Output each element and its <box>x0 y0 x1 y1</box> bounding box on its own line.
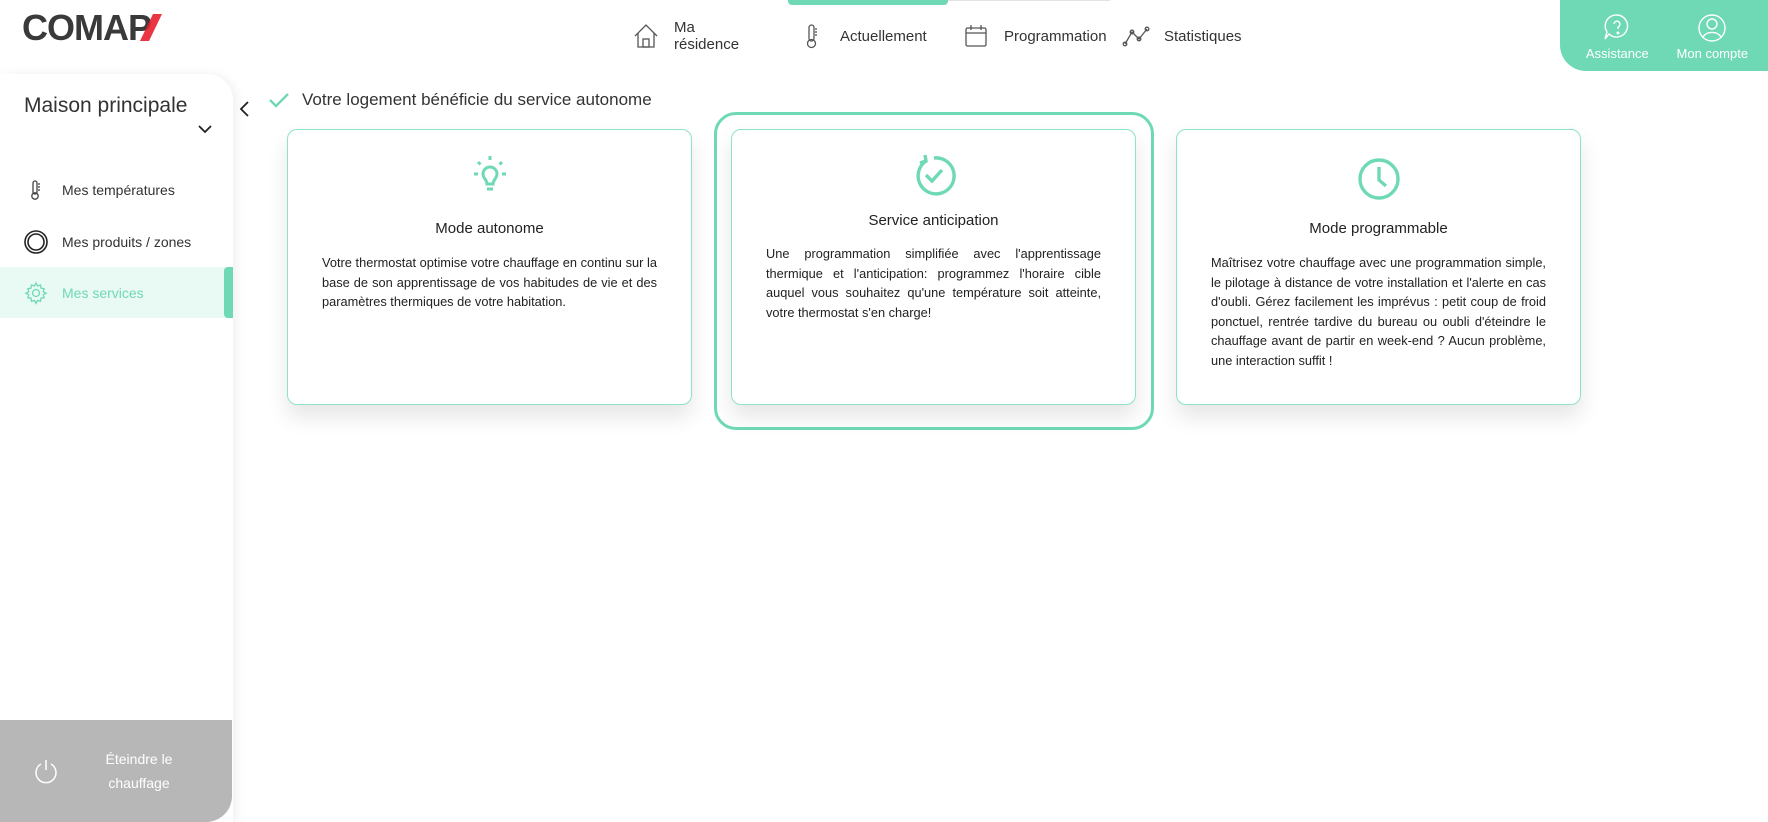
card-description: Maîtrisez votre chauffage avec une progr… <box>1211 255 1546 368</box>
nav-label: Programmation <box>1004 27 1107 45</box>
account-panel: Assistance Mon compte <box>1560 0 1768 71</box>
banner-text: Votre logement bénéficie du service auto… <box>302 90 652 109</box>
mon-compte-label: Mon compte <box>1676 45 1749 61</box>
assistance-label: Assistance <box>1585 45 1649 61</box>
chevron-down-icon[interactable] <box>196 122 214 136</box>
thermometer-icon <box>798 22 826 50</box>
card-description: Votre thermostat optimise votre chauffag… <box>322 255 657 309</box>
assistance-button[interactable]: Assistance <box>1586 11 1649 61</box>
card-mode-autonome[interactable]: Mode autonome Votre thermostat optimise … <box>287 129 692 405</box>
logo-text: COMAP <box>22 10 151 44</box>
chart-line-icon <box>1122 22 1150 50</box>
power-off-button[interactable]: Éteindre le chauffage <box>0 720 232 822</box>
power-icon <box>32 757 60 785</box>
lightbulb-icon <box>466 152 514 200</box>
help-bubble-icon <box>1600 11 1634 45</box>
nav-label: Actuellement <box>840 27 927 45</box>
sidebar-item-label: Mes produits / zones <box>62 233 192 250</box>
user-icon <box>1695 11 1729 45</box>
nav-ma-residence[interactable]: Ma résidence <box>632 0 739 72</box>
chevron-left-icon <box>239 101 249 117</box>
card-title: Mode programmable <box>1309 220 1448 237</box>
check-icon <box>268 91 290 109</box>
sidebar-item-label: Mes températures <box>62 181 175 198</box>
power-label: Éteindre le chauffage <box>105 751 173 791</box>
sidebar: Maison principale Mes températures Mes p… <box>0 74 249 822</box>
nav-programmation[interactable]: Programmation <box>962 0 1107 72</box>
active-item-indicator <box>224 267 233 318</box>
card-mode-programmable[interactable]: Mode programmable Maîtrisez votre chauff… <box>1176 129 1581 405</box>
collapse-sidebar-button[interactable] <box>234 96 256 122</box>
mon-compte-button[interactable]: Mon compte <box>1676 11 1749 61</box>
sidebar-item-services[interactable]: Mes services <box>0 267 233 318</box>
ring-icon <box>24 229 48 254</box>
nav-label: Statistiques <box>1164 27 1242 45</box>
refresh-check-icon <box>910 152 958 200</box>
gear-icon <box>24 281 48 305</box>
card-title: Service anticipation <box>868 212 999 229</box>
service-banner: Votre logement bénéficie du service auto… <box>268 90 652 110</box>
nav-actuellement[interactable]: Actuellement <box>798 0 927 72</box>
sidebar-item-temperatures[interactable]: Mes températures <box>0 164 233 215</box>
card-title: Mode autonome <box>435 220 544 237</box>
clock-icon <box>1355 155 1403 203</box>
nav-statistiques[interactable]: Statistiques <box>1122 0 1242 72</box>
sidebar-item-produits-zones[interactable]: Mes produits / zones <box>0 216 233 267</box>
nav-label: Ma résidence <box>674 19 740 53</box>
calendar-icon <box>962 22 990 50</box>
home-title: Maison principale <box>24 94 188 117</box>
card-description: Une programmation simplifiée avec l'appr… <box>766 246 1101 320</box>
thermometer-icon <box>24 178 48 202</box>
comap-logo[interactable]: COMAP <box>22 7 202 48</box>
sidebar-item-label: Mes services <box>62 284 144 301</box>
house-icon <box>632 22 660 50</box>
logo-mark: COMAP <box>22 7 162 48</box>
card-service-anticipation[interactable]: Service anticipation Une programmation s… <box>731 129 1136 405</box>
